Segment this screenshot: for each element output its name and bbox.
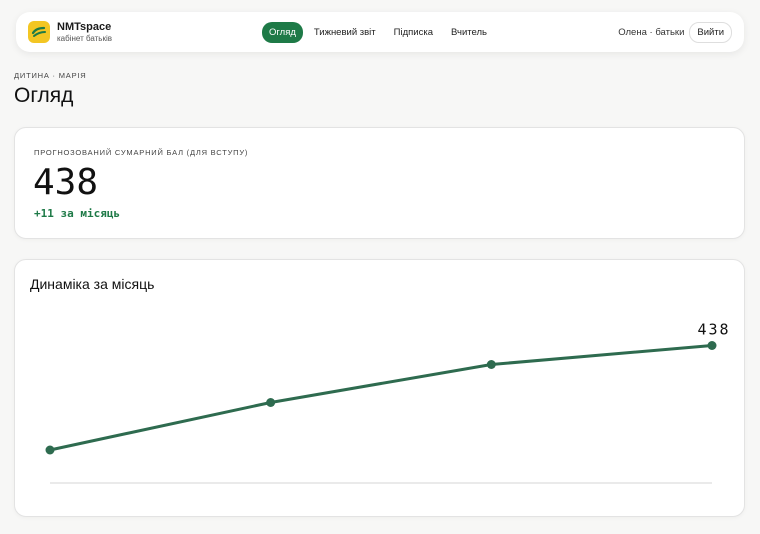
page-title: Огляд	[14, 84, 74, 107]
top-navbar: NMTspace кабінет батьків Огляд Тижневий …	[16, 12, 744, 52]
tab-subscription[interactable]: Підписка	[387, 22, 440, 43]
nav-tabs: Огляд Тижневий звіт Підписка Вчитель	[262, 22, 494, 43]
app-name: NMTspace	[57, 20, 112, 33]
line-chart: 438	[45, 321, 730, 484]
score-card: Прогнозований сумарний бал (для вступу) …	[14, 127, 745, 239]
tab-weekly-report[interactable]: Тижневий звіт	[307, 22, 383, 43]
breadcrumb: Дитина · Марія	[14, 71, 87, 80]
data-point	[266, 398, 276, 407]
tab-teacher[interactable]: Вчитель	[444, 22, 494, 43]
app-subtitle: кабінет батьків	[57, 33, 113, 43]
score-delta: +11 за місяць	[34, 207, 121, 220]
brand[interactable]: NMTspace кабінет батьків	[28, 21, 112, 43]
logo-icon	[28, 21, 50, 43]
chart-card: Динаміка за місяць 438	[14, 259, 745, 517]
series-line	[48, 344, 714, 452]
logout-button[interactable]: Вийти	[689, 22, 732, 43]
score-value: 438	[33, 162, 99, 203]
score-label: Прогнозований сумарний бал (для вступу)	[34, 148, 249, 157]
data-point	[707, 341, 717, 350]
tab-overview[interactable]: Огляд	[262, 22, 303, 43]
user-area: Олена · батьки Вийти	[618, 22, 732, 43]
data-point	[486, 360, 496, 369]
data-point	[45, 445, 55, 455]
user-name: Олена · батьки	[618, 27, 685, 38]
last-value-label: 438	[697, 321, 730, 339]
data-points	[45, 341, 717, 455]
